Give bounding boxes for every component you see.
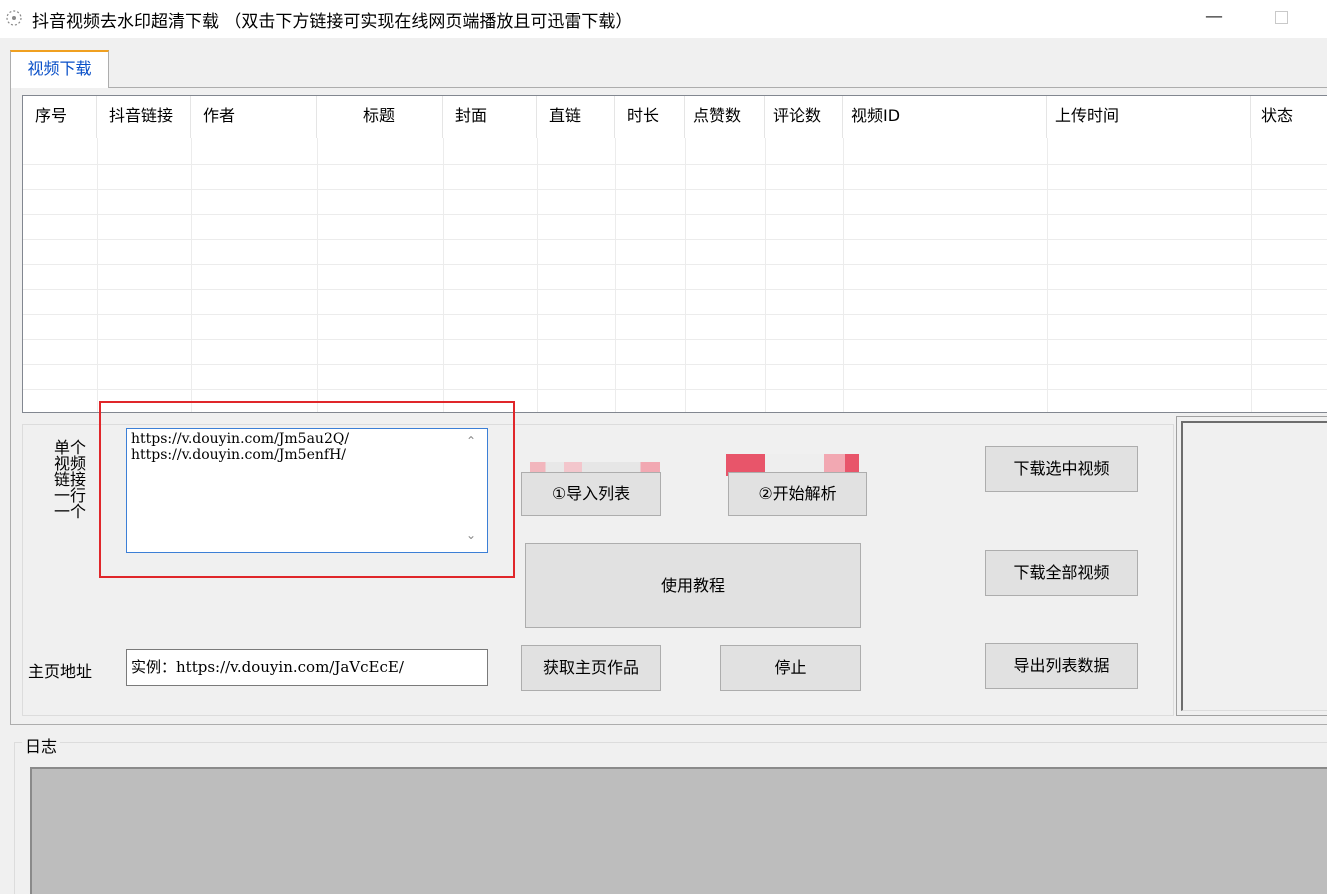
col-header-link[interactable]: 抖音链接 bbox=[97, 96, 191, 138]
homepage-input[interactable]: 实例：https://v.douyin.com/JaVcEcE/ bbox=[126, 649, 488, 686]
homepage-label: 主页地址 bbox=[28, 662, 93, 681]
grid-line bbox=[1251, 138, 1252, 412]
grid-line bbox=[23, 189, 1327, 190]
app-icon bbox=[4, 8, 24, 28]
single-link-label: 单个 视频 链接 一行 一个 bbox=[50, 440, 90, 520]
grid-line bbox=[317, 138, 318, 412]
col-header-cover[interactable]: 封面 bbox=[443, 96, 537, 138]
minimize-button[interactable]: — bbox=[1196, 4, 1232, 32]
log-area[interactable] bbox=[30, 767, 1327, 894]
window-title: 抖音视频去水印超清下载 （双击下方链接可实现在线网页端播放且可迅雷下载） bbox=[32, 12, 633, 32]
grid-line bbox=[23, 364, 1327, 365]
download-selected-button[interactable]: 下载选中视频 bbox=[985, 446, 1138, 492]
label-char: 个 bbox=[70, 502, 87, 521]
col-header-video-id[interactable]: 视频ID bbox=[843, 96, 1047, 138]
label-char: 一 bbox=[53, 502, 70, 521]
start-parse-button[interactable]: ②开始解析 bbox=[728, 472, 867, 516]
grid-line bbox=[191, 138, 192, 412]
grid-line bbox=[843, 138, 844, 412]
grid-line bbox=[443, 138, 444, 412]
stop-button[interactable]: 停止 bbox=[720, 645, 861, 691]
grid-line bbox=[23, 314, 1327, 315]
col-header-comments[interactable]: 评论数 bbox=[765, 96, 843, 138]
grid-line bbox=[23, 389, 1327, 390]
col-header-index[interactable]: 序号 bbox=[23, 96, 97, 138]
col-header-likes[interactable]: 点赞数 bbox=[685, 96, 765, 138]
video-table[interactable]: 序号 抖音链接 作者 标题 封面 直链 时长 点赞数 评论数 视频ID 上传时间… bbox=[22, 95, 1327, 413]
maximize-icon bbox=[1275, 11, 1288, 24]
col-header-direct-link[interactable]: 直链 bbox=[537, 96, 615, 138]
col-header-duration[interactable]: 时长 bbox=[615, 96, 685, 138]
log-label: 日志 bbox=[22, 733, 61, 757]
export-list-button[interactable]: 导出列表数据 bbox=[985, 643, 1138, 689]
grid-line bbox=[23, 239, 1327, 240]
grid-line bbox=[1047, 138, 1048, 412]
download-all-button[interactable]: 下载全部视频 bbox=[985, 550, 1138, 596]
grid-line bbox=[23, 164, 1327, 165]
highlight-annotation bbox=[99, 401, 515, 578]
grid-line bbox=[97, 138, 98, 412]
grid-line bbox=[537, 138, 538, 412]
tutorial-button[interactable]: 使用教程 bbox=[525, 543, 861, 628]
grid-line bbox=[685, 138, 686, 412]
import-list-button[interactable]: ①导入列表 bbox=[521, 472, 661, 516]
maximize-button[interactable] bbox=[1270, 8, 1290, 28]
grid-line bbox=[23, 289, 1327, 290]
col-header-title[interactable]: 标题 bbox=[317, 96, 443, 138]
grid-line bbox=[765, 138, 766, 412]
col-header-status[interactable]: 状态 bbox=[1251, 96, 1327, 138]
tab-video-download[interactable]: 视频下载 bbox=[10, 50, 109, 88]
col-header-author[interactable]: 作者 bbox=[191, 96, 317, 138]
grid-line bbox=[23, 214, 1327, 215]
cover-preview bbox=[1181, 421, 1327, 711]
grid-line bbox=[615, 138, 616, 412]
grid-line bbox=[23, 339, 1327, 340]
col-header-upload-time[interactable]: 上传时间 bbox=[1047, 96, 1251, 138]
fetch-homepage-button[interactable]: 获取主页作品 bbox=[521, 645, 661, 691]
grid-line bbox=[23, 264, 1327, 265]
